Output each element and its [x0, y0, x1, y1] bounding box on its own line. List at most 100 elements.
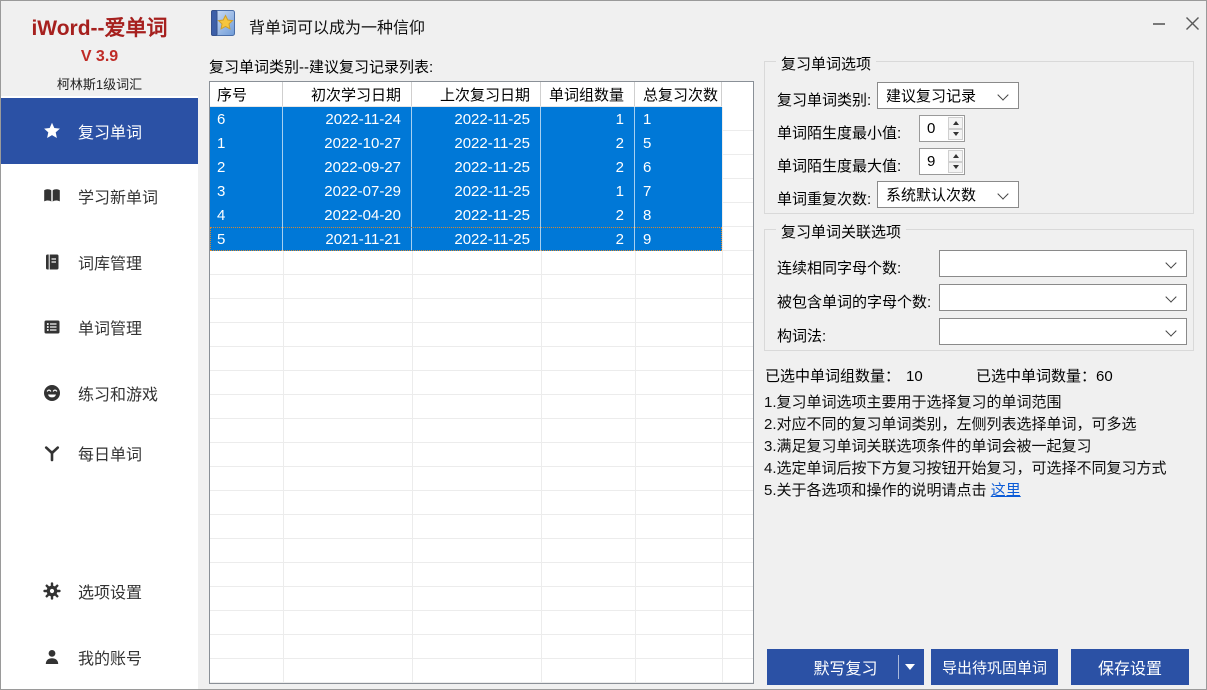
min-unfamiliarity-stepper[interactable]: 0 [919, 115, 965, 142]
cell-review-count: 7 [635, 179, 722, 203]
selected-words-stat: 已选中单词数量：60 [976, 365, 1113, 386]
word-formation-dropdown[interactable] [939, 318, 1187, 345]
table-row[interactable]: 4 2022-04-20 2022-11-25 2 8 [210, 203, 722, 227]
cell-seq: 5 [210, 227, 283, 251]
instruction-line: 2.对应不同的复习单词类别，左侧列表选择单词，可多选 [764, 413, 1137, 434]
stat-value: 60 [1096, 368, 1113, 385]
chevron-down-icon [997, 188, 1008, 199]
instruction-line: 3.满足复习单词关联选项条件的单词会被一起复习 [764, 435, 1092, 456]
max-unfamiliarity-stepper[interactable]: 9 [919, 148, 965, 175]
instruction-text: 5.关于各选项和操作的说明请点击 [764, 482, 991, 499]
spin-down-icon[interactable] [948, 129, 963, 141]
dropdown-arrow-icon[interactable] [905, 664, 915, 670]
sidebar-item-daily-words[interactable]: 每日单词 [1, 433, 198, 473]
table-row-focused[interactable]: 5 2021-11-21 2022-11-25 2 9 [210, 227, 722, 251]
sidebar-item-label: 我的账号 [78, 645, 142, 669]
spin-up-icon[interactable] [948, 150, 963, 162]
spin-up-icon[interactable] [948, 117, 963, 129]
category-label: 复习单词类别: [777, 89, 871, 110]
instruction-line: 5.关于各选项和操作的说明请点击 这里 [764, 479, 1021, 500]
cell-last-review-date: 2022-11-25 [412, 203, 541, 227]
app-title: iWord--爱单词 [1, 12, 198, 42]
cell-first-study-date: 2021-11-21 [283, 227, 412, 251]
close-icon[interactable] [1177, 9, 1207, 37]
cell-group-count: 2 [541, 155, 635, 179]
cell-first-study-date: 2022-09-27 [283, 155, 412, 179]
column-header[interactable]: 单词组数量 [541, 82, 635, 106]
group-title: 复习单词关联选项 [776, 221, 906, 242]
column-header[interactable]: 初次学习日期 [283, 82, 412, 106]
sidebar-item-label: 选项设置 [78, 579, 142, 603]
min-unfamiliarity-label: 单词陌生度最小值: [777, 122, 901, 143]
chevron-down-icon [997, 89, 1008, 100]
column-header[interactable]: 上次复习日期 [412, 82, 541, 106]
sidebar-item-label: 学习新单词 [78, 184, 158, 208]
book-star-icon [208, 8, 238, 38]
app-subtitle: 柯林斯1级词汇 [1, 74, 198, 93]
cell-review-count: 6 [635, 155, 722, 179]
app-window: 背单词可以成为一种信仰 iWord--爱单词 V 3.9 柯林斯1级词汇 复习单… [0, 0, 1207, 690]
table-row[interactable]: 6 2022-11-24 2022-11-25 1 1 [210, 107, 722, 131]
minimize-icon[interactable] [1144, 9, 1174, 37]
dictation-review-split-button[interactable]: 默写复习 [767, 649, 924, 685]
stepper-value: 0 [927, 120, 935, 137]
instruction-line: 4.选定单词后按下方复习按钮开始复习，可选择不同复习方式 [764, 457, 1167, 478]
sidebar: iWord--爱单词 V 3.9 柯林斯1级词汇 复习单词 学习新单词 [1, 1, 198, 690]
chevron-down-icon [1165, 325, 1176, 336]
category-dropdown[interactable]: 建议复习记录 [877, 82, 1019, 109]
sidebar-item-label: 练习和游戏 [78, 381, 158, 405]
repeat-count-label: 单词重复次数: [777, 188, 871, 209]
sidebar-item-word-library[interactable]: 词库管理 [1, 242, 198, 282]
contained-words-dropdown[interactable] [939, 284, 1187, 311]
spin-down-icon[interactable] [948, 162, 963, 174]
sidebar-item-review-words[interactable]: 复习单词 [1, 98, 198, 164]
cell-group-count: 1 [541, 179, 635, 203]
cell-review-count: 9 [635, 227, 722, 251]
sidebar-item-label: 复习单词 [78, 119, 142, 143]
cell-group-count: 1 [541, 107, 635, 131]
cell-review-count: 5 [635, 131, 722, 155]
word-formation-label: 构词法: [777, 325, 826, 346]
cell-last-review-date: 2022-11-25 [412, 107, 541, 131]
table-row[interactable]: 2 2022-09-27 2022-11-25 2 6 [210, 155, 722, 179]
app-version: V 3.9 [1, 48, 198, 66]
gear-icon [43, 582, 61, 600]
cell-seq: 4 [210, 203, 283, 227]
max-unfamiliarity-label: 单词陌生度最大值: [777, 155, 901, 176]
window-title: 背单词可以成为一种信仰 [249, 14, 425, 38]
stat-label: 已选中单词数量： [976, 368, 1096, 385]
review-records-table[interactable]: 序号 初次学习日期 上次复习日期 单词组数量 总复习次数 6 2022-11-2… [209, 81, 754, 684]
cell-review-count: 8 [635, 203, 722, 227]
group-title: 复习单词选项 [776, 53, 876, 74]
person-icon [43, 648, 61, 666]
cell-last-review-date: 2022-11-25 [412, 227, 541, 251]
same-letters-label: 连续相同字母个数: [777, 257, 901, 278]
sidebar-item-word-management[interactable]: 单词管理 [1, 307, 198, 347]
column-header[interactable]: 总复习次数 [635, 82, 722, 106]
app-brand: iWord--爱单词 V 3.9 柯林斯1级词汇 [1, 1, 198, 96]
cell-seq: 2 [210, 155, 283, 179]
help-link[interactable]: 这里 [991, 482, 1021, 499]
sidebar-item-my-account[interactable]: 我的账号 [1, 637, 198, 677]
library-icon [43, 253, 61, 271]
word-list-icon [43, 318, 61, 336]
stepper-value: 9 [927, 153, 935, 170]
save-settings-button[interactable]: 保存设置 [1071, 649, 1189, 685]
export-words-button[interactable]: 导出待巩固单词 [931, 649, 1058, 685]
smiley-icon [43, 384, 61, 402]
repeat-count-dropdown[interactable]: 系统默认次数 [877, 181, 1019, 208]
cell-seq: 1 [210, 131, 283, 155]
column-header[interactable]: 序号 [210, 82, 283, 106]
sidebar-item-learn-new-words[interactable]: 学习新单词 [1, 176, 198, 216]
chevron-down-icon [1165, 291, 1176, 302]
grid-line [722, 107, 723, 683]
sidebar-item-practice-games[interactable]: 练习和游戏 [1, 373, 198, 413]
sidebar-item-label: 词库管理 [78, 250, 142, 274]
sidebar-item-settings[interactable]: 选项设置 [1, 571, 198, 611]
sidebar-item-label: 每日单词 [78, 441, 142, 465]
contained-words-label: 被包含单词的字母个数: [777, 291, 931, 312]
table-row[interactable]: 1 2022-10-27 2022-11-25 2 5 [210, 131, 722, 155]
same-letters-dropdown[interactable] [939, 250, 1187, 277]
table-row[interactable]: 3 2022-07-29 2022-11-25 1 7 [210, 179, 722, 203]
dropdown-value: 建议复习记录 [886, 85, 976, 106]
